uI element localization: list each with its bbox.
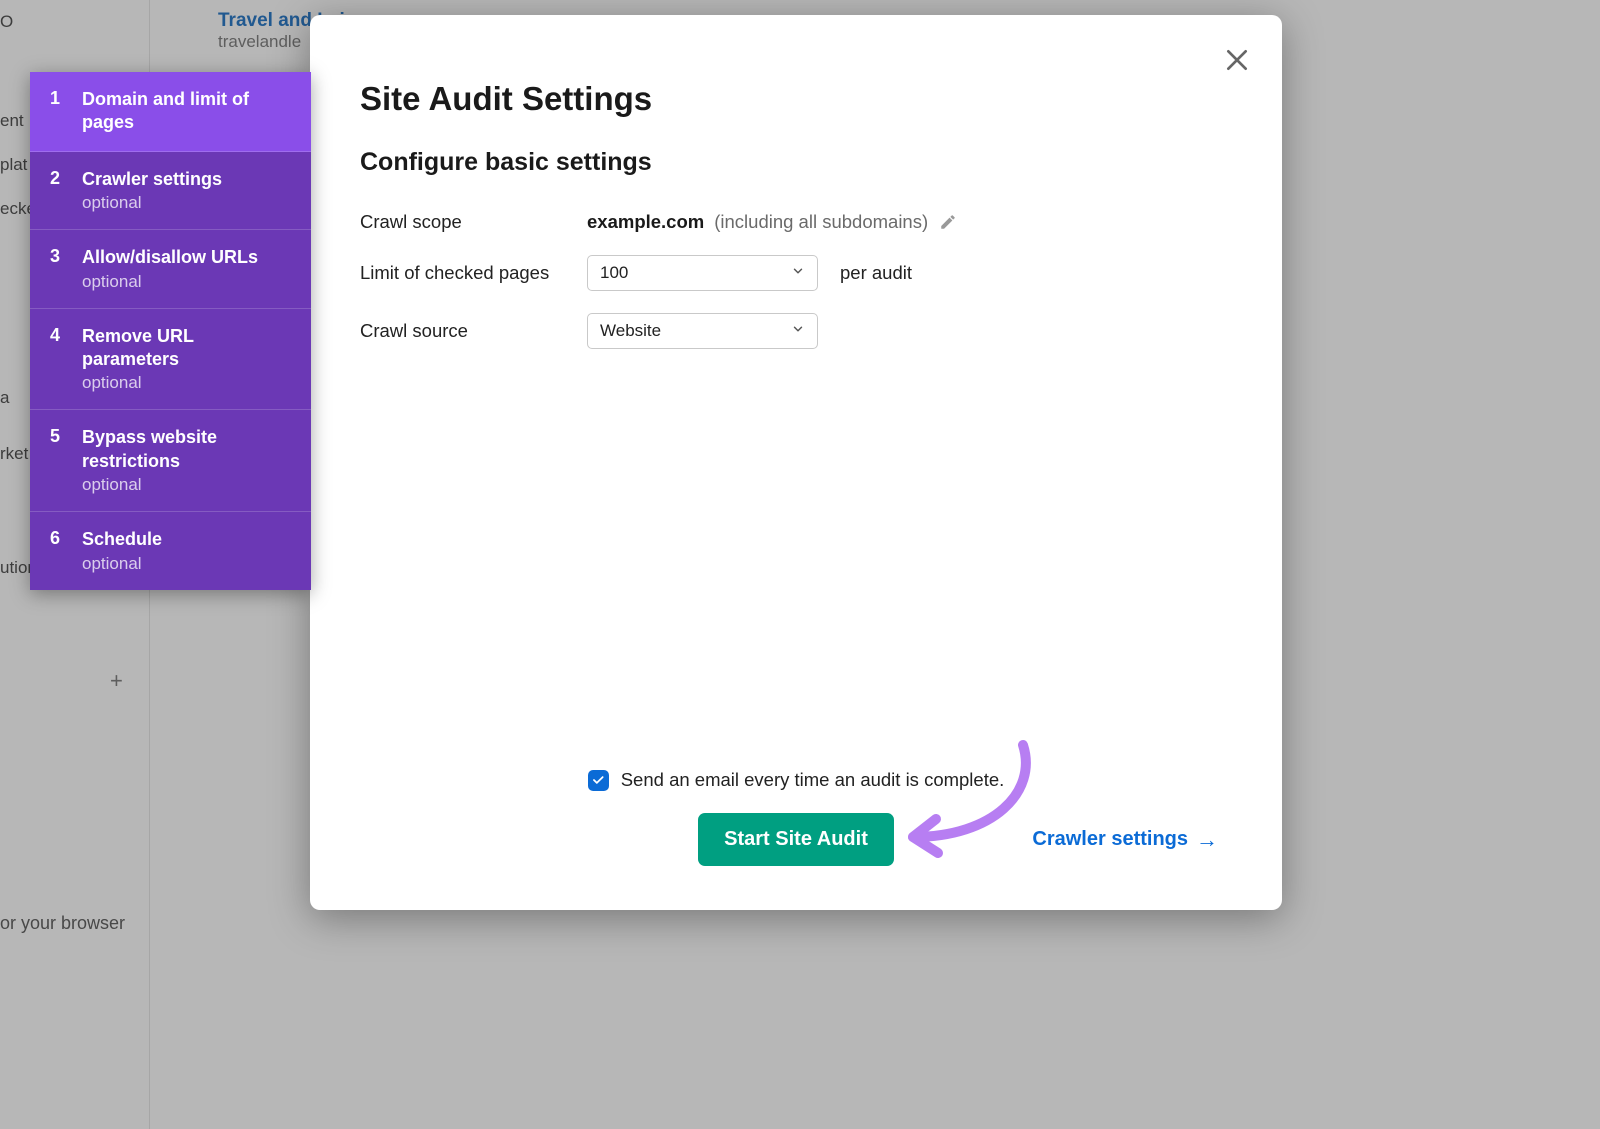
wizard-step-label: Schedule bbox=[82, 528, 162, 551]
crawl-source-label: Crawl source bbox=[360, 320, 587, 342]
crawl-source-select[interactable]: Website bbox=[587, 313, 818, 349]
wizard-step-label: Remove URL parameters bbox=[82, 325, 295, 372]
wizard-step-1[interactable]: 1 Domain and limit of pages bbox=[30, 72, 311, 152]
per-audit-label: per audit bbox=[840, 262, 912, 284]
wizard-step-sub: optional bbox=[82, 554, 162, 574]
check-icon bbox=[591, 773, 605, 787]
arrow-right-icon: → bbox=[1196, 827, 1218, 853]
wizard-step-5[interactable]: 5 Bypass website restrictions optional bbox=[30, 410, 311, 512]
modal-subtitle: Configure basic settings bbox=[360, 148, 1232, 177]
limit-pages-label: Limit of checked pages bbox=[360, 262, 587, 284]
wizard-step-label: Bypass website restrictions bbox=[82, 426, 295, 473]
wizard-steps-sidebar: 1 Domain and limit of pages 2 Crawler se… bbox=[30, 72, 311, 590]
crawler-settings-link[interactable]: Crawler settings → bbox=[1032, 827, 1218, 853]
email-notification-label: Send an email every time an audit is com… bbox=[621, 769, 1005, 791]
wizard-step-label: Domain and limit of pages bbox=[82, 88, 295, 135]
wizard-step-6[interactable]: 6 Schedule optional bbox=[30, 512, 311, 589]
wizard-step-sub: optional bbox=[82, 475, 295, 495]
crawl-source-row: Crawl source Website bbox=[360, 313, 1232, 349]
chevron-down-icon bbox=[791, 263, 805, 283]
limit-pages-select[interactable]: 100 bbox=[587, 255, 818, 291]
wizard-step-3[interactable]: 3 Allow/disallow URLs optional bbox=[30, 230, 311, 308]
wizard-step-4[interactable]: 4 Remove URL parameters optional bbox=[30, 309, 311, 411]
crawler-settings-link-label: Crawler settings bbox=[1032, 828, 1188, 851]
wizard-step-label: Allow/disallow URLs bbox=[82, 246, 258, 269]
wizard-step-sub: optional bbox=[82, 272, 258, 292]
crawl-scope-hint: (including all subdomains) bbox=[714, 211, 928, 233]
edit-crawl-scope-button[interactable] bbox=[938, 212, 958, 232]
wizard-step-sub: optional bbox=[82, 193, 222, 213]
crawl-scope-label: Crawl scope bbox=[360, 211, 587, 233]
crawl-scope-row: Crawl scope example.com (including all s… bbox=[360, 211, 1232, 233]
crawl-scope-domain: example.com bbox=[587, 211, 704, 233]
wizard-step-sub: optional bbox=[82, 373, 295, 393]
limit-pages-value: 100 bbox=[600, 263, 628, 283]
close-button[interactable] bbox=[1217, 40, 1257, 80]
site-audit-settings-modal: Site Audit Settings Configure basic sett… bbox=[310, 15, 1282, 910]
close-icon bbox=[1224, 47, 1250, 73]
modal-title: Site Audit Settings bbox=[360, 80, 1232, 118]
chevron-down-icon bbox=[791, 321, 805, 341]
crawl-source-value: Website bbox=[600, 321, 661, 341]
wizard-step-label: Crawler settings bbox=[82, 168, 222, 191]
wizard-step-2[interactable]: 2 Crawler settings optional bbox=[30, 152, 311, 230]
start-site-audit-button[interactable]: Start Site Audit bbox=[698, 813, 894, 866]
limit-pages-row: Limit of checked pages 100 per audit bbox=[360, 255, 1232, 291]
email-notification-checkbox[interactable] bbox=[588, 770, 609, 791]
pencil-icon bbox=[939, 213, 957, 231]
